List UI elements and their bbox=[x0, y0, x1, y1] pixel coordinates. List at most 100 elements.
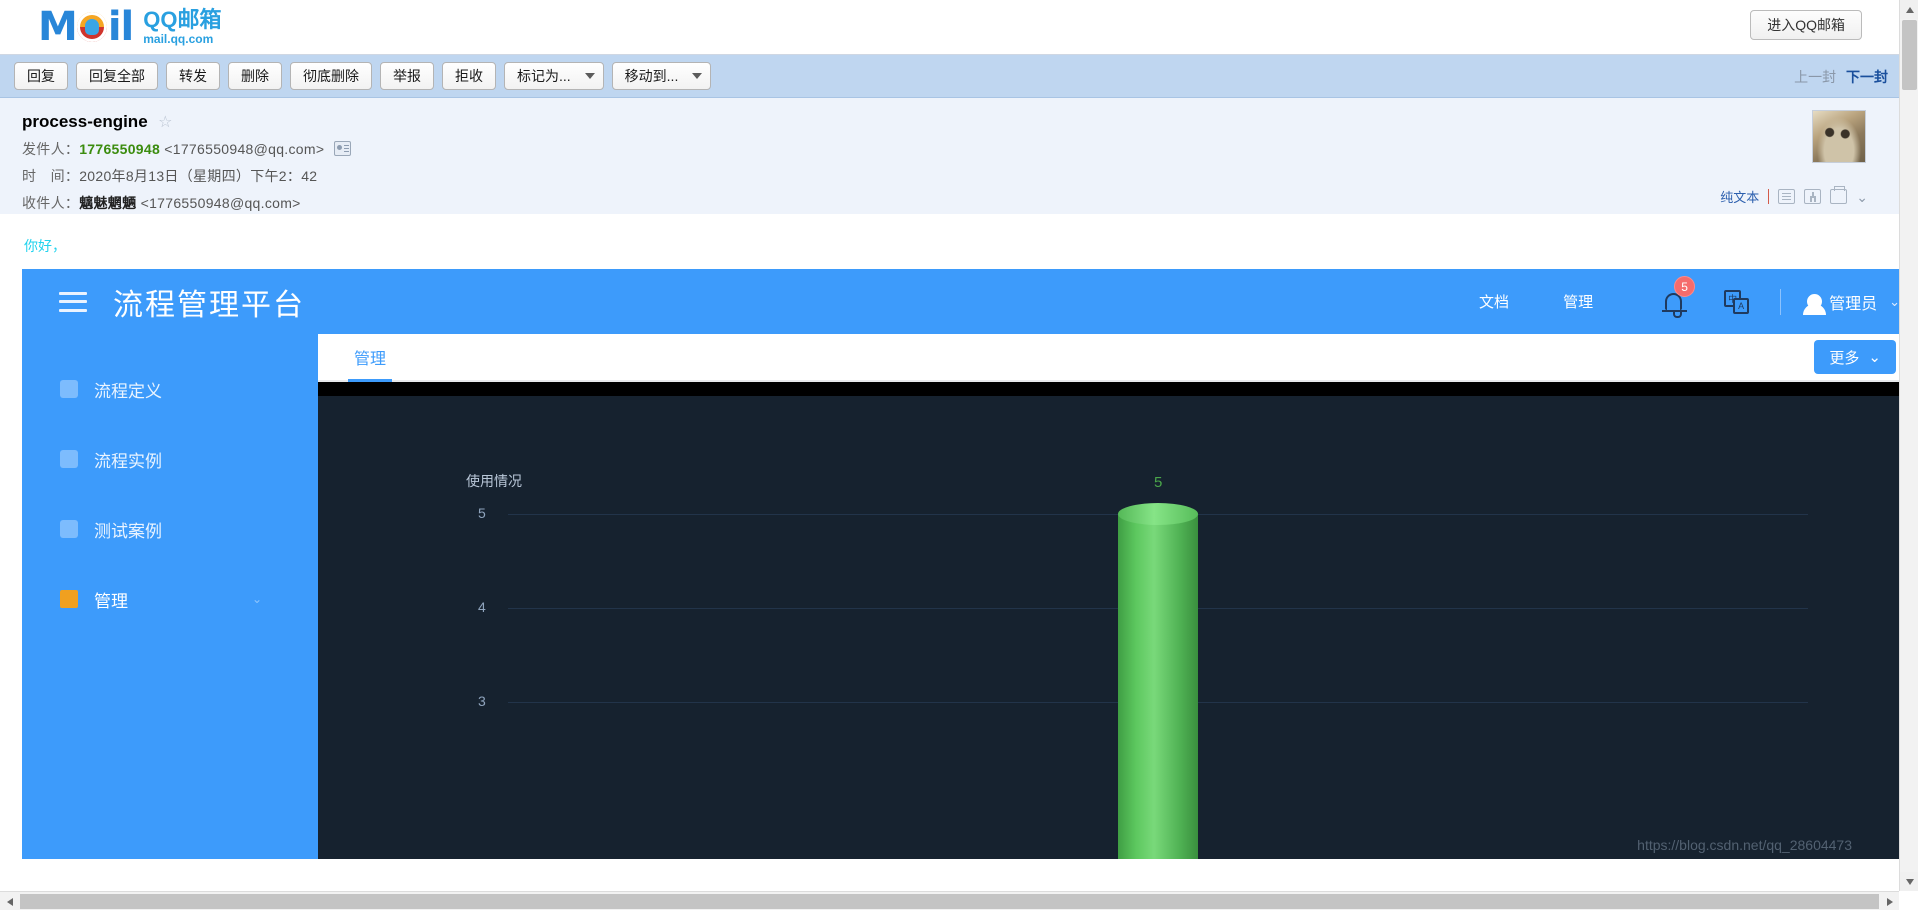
toolbar-button-3[interactable]: 删除 bbox=[228, 62, 282, 90]
logo-domain: mail.qq.com bbox=[143, 32, 214, 46]
logo-letters-il: il bbox=[107, 4, 134, 50]
nav-divider bbox=[1780, 288, 1782, 315]
vertical-scrollbar[interactable] bbox=[1899, 0, 1918, 891]
sidebar-item-label: 测试案例 bbox=[94, 521, 162, 541]
vertical-scroll-thumb[interactable] bbox=[1902, 20, 1917, 90]
toolbar-button-4[interactable]: 彻底删除 bbox=[290, 62, 372, 90]
chart-top-strip bbox=[318, 382, 1918, 396]
document-icon[interactable] bbox=[1778, 189, 1796, 204]
toolbar-button-label: 转发 bbox=[179, 68, 207, 84]
user-menu[interactable]: 管理员 ⌄ bbox=[1803, 290, 1900, 315]
chevron-down-icon: ⌄ bbox=[251, 592, 262, 606]
app-window: M il QQ邮箱 mail.qq.com 进入QQ邮箱 回复 回复全部 转发 删除 彻… bbox=[0, 0, 1918, 910]
toolbar-button-label: 举报 bbox=[393, 68, 421, 84]
toolbar-button-label: 回复 bbox=[27, 68, 55, 84]
toolbar-button-5[interactable]: 举报 bbox=[380, 62, 434, 90]
usage-chart: 使用情况 5 4 3 5 bbox=[318, 396, 1918, 859]
nav-link-0[interactable]: 文档 bbox=[1479, 291, 1509, 312]
sidebar-item-3[interactable]: 管理 ⌄ bbox=[22, 564, 318, 634]
logo-letter-m: M bbox=[38, 4, 78, 50]
plain-text-link[interactable]: 纯文本 bbox=[1720, 187, 1759, 206]
toolbar-button-2[interactable]: 转发 bbox=[166, 62, 220, 90]
prev-mail-link[interactable]: 上一封 bbox=[1794, 69, 1836, 85]
toolbar-button-label: 彻底删除 bbox=[303, 68, 359, 84]
time-value: 2020年8月13日（星期四）下午2：42 bbox=[79, 168, 318, 184]
horizontal-scroll-thumb[interactable] bbox=[20, 894, 1879, 909]
language-switch-icon[interactable]: 中 A bbox=[1724, 289, 1750, 314]
chevron-double-down-icon[interactable]: ⌄ bbox=[1856, 190, 1868, 204]
scroll-up-arrow-icon[interactable] bbox=[1900, 0, 1918, 19]
mail-header: process-engine ☆ 发件人：1776550948 <1776550… bbox=[0, 98, 1918, 214]
qq-mail-brand-bar: M il QQ邮箱 mail.qq.com 进入QQ邮箱 bbox=[0, 0, 1918, 55]
download-icon[interactable] bbox=[1804, 189, 1822, 204]
mail-to-row: 收件人：魑魅魍魉 <1776550948@qq.com> bbox=[22, 193, 1918, 213]
from-address: <1776550948@qq.com> bbox=[164, 141, 325, 157]
mail-body: 你好， 流程管理平台 文档管理 5 中 A bbox=[0, 214, 1918, 859]
print-icon[interactable] bbox=[1830, 186, 1848, 204]
star-icon[interactable]: ☆ bbox=[158, 114, 172, 131]
mail-time-row: 时 间：2020年8月13日（星期四）下午2：42 bbox=[22, 166, 1918, 186]
toolbar-button-6[interactable]: 拒收 bbox=[442, 62, 496, 90]
more-button[interactable]: 更多 ⌄ bbox=[1814, 340, 1896, 374]
from-name: 1776550948 bbox=[79, 141, 161, 157]
chevron-down-icon bbox=[584, 73, 595, 79]
usage-chart-panel: 使用情况 5 4 3 5 https://blog.csdn.net/qq_28604… bbox=[318, 382, 1918, 859]
toolbar-button-label: 删除 bbox=[241, 68, 269, 84]
chart-title: 使用情况 bbox=[466, 473, 522, 489]
sidebar-item-label: 流程定义 bbox=[94, 381, 162, 401]
from-label: 发件人： bbox=[22, 141, 80, 157]
sidebar-item-label: 管理 bbox=[94, 591, 128, 611]
person-icon bbox=[1803, 294, 1827, 315]
next-mail-link[interactable]: 下一封 bbox=[1846, 69, 1888, 85]
app-main: 流程定义 流程实例 测试案例 管理 ⌄ 管理 更多 ⌄ 使用情况 5435 ht… bbox=[22, 334, 1918, 859]
y-axis-tick-label: 5 bbox=[478, 505, 486, 521]
chart-bar[interactable] bbox=[1118, 503, 1198, 859]
nav-link-1[interactable]: 管理 bbox=[1563, 291, 1593, 312]
toolbar-button-label: 回复全部 bbox=[89, 68, 145, 84]
scroll-left-arrow-icon[interactable] bbox=[0, 892, 19, 910]
tab-bar: 管理 更多 ⌄ bbox=[318, 334, 1918, 382]
app-top-nav: 文档 管理 5 中 A 管理员 ⌄ bbox=[1479, 269, 1918, 334]
time-label: 时 间： bbox=[22, 168, 80, 184]
toolbar-button-8[interactable]: 移动到... bbox=[611, 62, 712, 90]
to-name: 魑魅魍魉 bbox=[79, 195, 137, 211]
to-label: 收件人： bbox=[22, 195, 80, 211]
chevron-down-icon: ⌄ bbox=[1868, 349, 1881, 366]
enter-qq-mail-button[interactable]: 进入QQ邮箱 bbox=[1750, 10, 1862, 40]
toolbar-button-label: 移动到... bbox=[624, 68, 679, 84]
toolbar-button-label: 拒收 bbox=[455, 68, 483, 84]
sidebar-item-icon bbox=[60, 520, 78, 538]
contact-card-icon[interactable] bbox=[333, 141, 351, 156]
qq-mail-logo[interactable]: M il QQ邮箱 mail.qq.com bbox=[38, 4, 221, 50]
sidebar-item-1[interactable]: 流程实例 bbox=[22, 424, 318, 494]
more-button-label: 更多 bbox=[1829, 349, 1860, 367]
hamburger-menu-icon[interactable] bbox=[59, 291, 87, 312]
toolbar-button-label: 标记为... bbox=[517, 68, 571, 84]
user-name: 管理员 bbox=[1829, 295, 1878, 313]
app-content: 管理 更多 ⌄ 使用情况 5 4 3 5 https://blog.csdn.net/… bbox=[318, 334, 1918, 859]
toolbar-button-1[interactable]: 回复全部 bbox=[76, 62, 158, 90]
notification-badge: 5 bbox=[1674, 276, 1696, 297]
embedded-app-screenshot: 流程管理平台 文档管理 5 中 A 管理员 ⌄ bbox=[22, 269, 1918, 859]
sender-avatar bbox=[1812, 110, 1866, 163]
tab-management[interactable]: 管理 bbox=[348, 345, 393, 382]
app-header: 流程管理平台 文档 管理 5 中 A 管理员 ⌄ bbox=[22, 269, 1918, 334]
mail-header-tools: 纯文本 ⌄ bbox=[1720, 186, 1868, 206]
toolbar-button-0[interactable]: 回复 bbox=[14, 62, 68, 90]
notifications-button[interactable]: 5 bbox=[1662, 276, 1696, 318]
sidebar-item-0[interactable]: 流程定义 bbox=[22, 354, 318, 424]
watermark-text: https://blog.csdn.net/qq_28604473 bbox=[1637, 837, 1852, 853]
chevron-down-icon bbox=[692, 73, 703, 79]
sidebar-item-icon bbox=[60, 590, 78, 608]
mail-pager: 上一封 下一封 bbox=[1794, 67, 1888, 87]
sidebar-item-icon bbox=[60, 380, 78, 398]
y-axis-tick-label: 4 bbox=[478, 599, 486, 615]
sidebar-item-2[interactable]: 测试案例 bbox=[22, 494, 318, 564]
toolbar-button-7[interactable]: 标记为... bbox=[504, 62, 604, 90]
scroll-down-arrow-icon[interactable] bbox=[1900, 872, 1918, 891]
horizontal-scrollbar[interactable] bbox=[0, 891, 1899, 910]
mail-action-toolbar: 回复 回复全部 转发 删除 彻底删除 举报 拒收 标记为... 移动到... 上一封 下一封 bbox=[0, 55, 1918, 98]
scroll-right-arrow-icon[interactable] bbox=[1880, 892, 1899, 910]
lang-en-square: A bbox=[1733, 297, 1750, 314]
mail-from-row: 发件人：1776550948 <1776550948@qq.com> bbox=[22, 139, 1918, 159]
